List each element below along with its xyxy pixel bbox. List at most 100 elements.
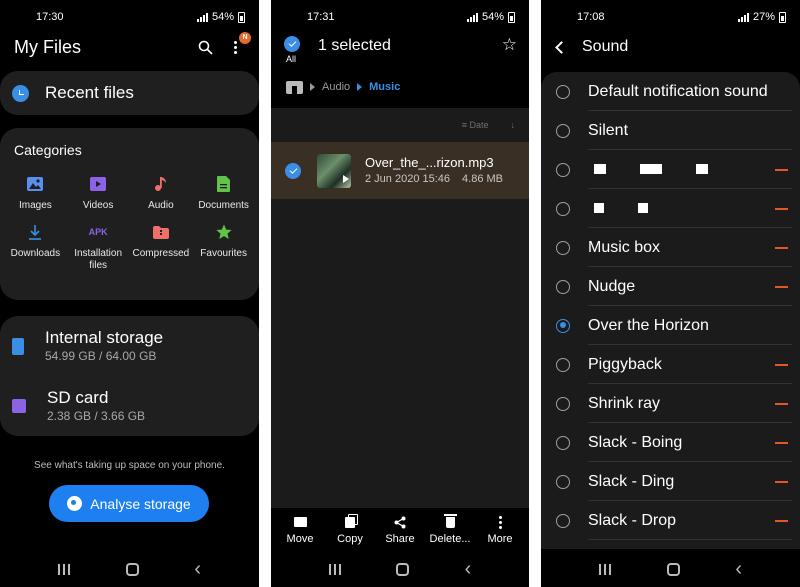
battery-percent: 54%	[211, 11, 234, 23]
category-documents[interactable]: Documents	[192, 174, 255, 212]
sound-label: Slack - Drop	[588, 511, 677, 529]
remove-icon[interactable]	[775, 519, 788, 522]
radio-button[interactable]	[556, 162, 570, 177]
remove-icon[interactable]	[775, 480, 788, 483]
favourite-star-icon[interactable]: ☆	[502, 35, 517, 55]
breadcrumb-audio[interactable]: Audio	[322, 81, 350, 93]
remove-icon[interactable]	[775, 441, 788, 444]
redacted-text-block	[594, 203, 604, 214]
sound-option[interactable]: Silent	[541, 111, 800, 150]
recents-button[interactable]	[328, 563, 341, 575]
back-button[interactable]: ‹	[194, 559, 201, 579]
sound-option[interactable]: Default notification sound	[541, 72, 800, 111]
category-installation-files[interactable]: APK Installation files	[67, 222, 130, 272]
home-button[interactable]	[396, 562, 410, 576]
breadcrumb-music[interactable]: Music	[369, 81, 400, 93]
home-button[interactable]	[125, 562, 139, 576]
sound-label: Slack - Ding	[588, 472, 675, 490]
radio-button[interactable]	[556, 474, 570, 489]
list-item[interactable]: Over_the_...rizon.mp3 2 Jun 2020 15:46 4…	[271, 142, 529, 199]
sound-option[interactable]	[541, 150, 800, 189]
remove-icon[interactable]	[775, 207, 788, 210]
sound-option[interactable]: Slack - Ding	[541, 462, 800, 501]
more-icon	[498, 515, 502, 529]
remove-icon[interactable]	[775, 363, 788, 366]
radio-button[interactable]	[556, 318, 570, 333]
radio-button[interactable]	[556, 123, 570, 138]
redacted-text-block	[594, 164, 606, 175]
category-label: Images	[18, 200, 52, 211]
recents-button[interactable]	[57, 563, 70, 575]
star-icon	[214, 222, 234, 242]
radio-button[interactable]	[556, 84, 570, 99]
radio-button[interactable]	[556, 240, 570, 255]
battery-percent: 54%	[481, 11, 504, 23]
archive-icon	[151, 222, 171, 242]
remove-icon[interactable]	[775, 402, 788, 405]
category-label: Installation files	[74, 248, 123, 271]
sound-option[interactable]: Music box	[541, 228, 800, 267]
category-downloads[interactable]: Downloads	[4, 222, 67, 272]
recents-button[interactable]	[598, 563, 611, 575]
chevron-right-icon	[310, 83, 315, 91]
internal-storage-item[interactable]: Internal storage 54.99 GB / 64.00 GB	[12, 316, 247, 376]
sort-direction-icon[interactable]: ↓	[511, 120, 516, 130]
delete-button[interactable]: Delete...	[425, 513, 475, 551]
file-name: Over_the_...rizon.mp3	[365, 155, 494, 170]
remove-icon[interactable]	[775, 168, 788, 171]
remove-icon[interactable]	[775, 285, 788, 288]
sound-option[interactable]: Slack - Boing	[541, 423, 800, 462]
file-date: 2 Jun 2020 15:46	[365, 173, 451, 185]
back-arrow-icon[interactable]	[555, 40, 568, 54]
radio-button[interactable]	[556, 201, 570, 216]
sound-option[interactable]: Slack - Drop	[541, 501, 800, 540]
sound-option[interactable]	[541, 189, 800, 228]
radio-button[interactable]	[556, 513, 570, 528]
category-images[interactable]: Images	[4, 174, 67, 212]
radio-button[interactable]	[556, 396, 570, 411]
file-checkbox[interactable]	[285, 162, 301, 179]
search-button[interactable]	[195, 37, 215, 57]
more-options-button[interactable]: N	[225, 32, 251, 57]
copy-button[interactable]: Copy	[325, 515, 375, 551]
move-button[interactable]: Move	[275, 515, 325, 551]
sd-card-item[interactable]: SD card 2.38 GB / 3.66 GB	[12, 376, 247, 436]
sort-by-date-button[interactable]: ≡ Date	[462, 120, 489, 130]
more-button[interactable]: More	[475, 515, 525, 551]
sound-option[interactable]: Nudge	[541, 267, 800, 306]
home-button[interactable]	[666, 562, 680, 576]
analyse-storage-button[interactable]: Analyse storage	[49, 485, 209, 522]
document-icon	[214, 174, 234, 194]
apk-text: APK	[88, 227, 108, 237]
select-all-checkbox[interactable]	[284, 36, 300, 52]
sound-option[interactable]: Piggyback	[541, 345, 800, 384]
sound-label	[588, 200, 775, 218]
category-videos[interactable]: Videos	[67, 174, 130, 212]
back-button[interactable]: ‹	[465, 559, 472, 579]
category-label: Documents	[198, 200, 249, 211]
check-icon	[289, 165, 297, 174]
category-audio[interactable]: Audio	[130, 174, 193, 212]
video-icon	[88, 174, 108, 194]
home-icon[interactable]	[286, 80, 303, 94]
album-thumbnail	[317, 153, 351, 188]
page-title: My Files	[14, 36, 81, 57]
sound-option[interactable]: Over the Horizon	[541, 306, 800, 345]
selection-header: All 1 selected ☆	[271, 34, 529, 70]
radio-button[interactable]	[556, 279, 570, 294]
radio-button[interactable]	[556, 357, 570, 372]
back-button[interactable]: ‹	[735, 559, 742, 579]
sound-option[interactable]: Shrink ray	[541, 384, 800, 423]
sound-list: Default notification sound Silent Music bo…	[541, 72, 800, 549]
remove-icon[interactable]	[775, 246, 788, 249]
category-compressed[interactable]: Compressed	[130, 222, 193, 272]
redacted-text-block	[640, 164, 662, 175]
battery-icon	[779, 11, 786, 23]
share-button[interactable]: Share	[375, 515, 425, 551]
storage-name: Internal storage	[45, 328, 164, 347]
category-favourites[interactable]: Favourites	[192, 222, 255, 272]
sound-label: Piggyback	[588, 355, 662, 373]
radio-button[interactable]	[556, 435, 570, 450]
select-all-label: All	[286, 54, 297, 64]
recent-files-button[interactable]: Recent files	[0, 71, 259, 115]
